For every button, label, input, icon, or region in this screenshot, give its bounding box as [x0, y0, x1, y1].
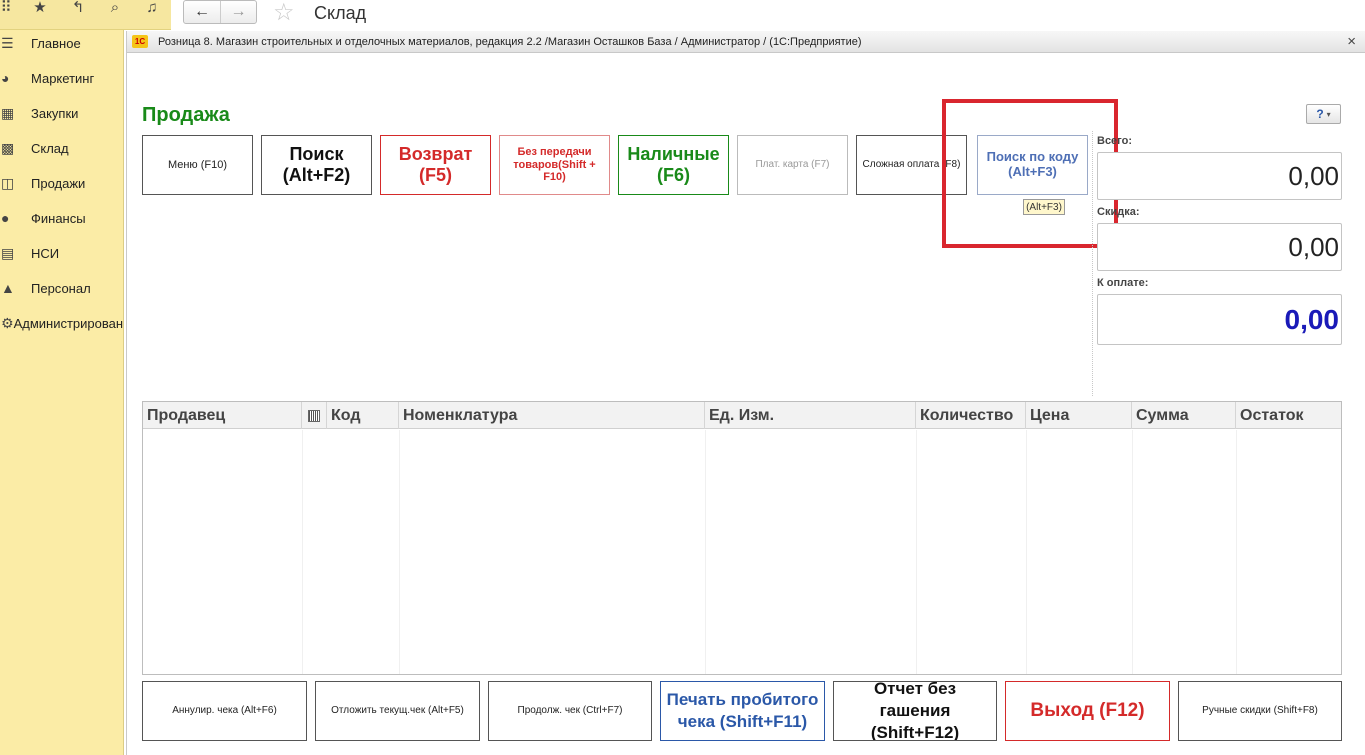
- hamburger-icon: ☰: [1, 34, 14, 51]
- col-price[interactable]: Цена: [1026, 402, 1132, 429]
- search-button[interactable]: Поиск (Alt+F2): [261, 135, 372, 195]
- help-icon: ?: [1316, 107, 1324, 121]
- sidebar-item-main[interactable]: ☰ Главное: [0, 31, 123, 55]
- col-seller[interactable]: Продавец: [143, 402, 302, 429]
- search-icon[interactable]: ⌕: [103, 0, 127, 16]
- person-icon: ▲: [1, 280, 15, 296]
- back-button[interactable]: ←: [184, 1, 220, 23]
- continue-check-button[interactable]: Продолж. чек (Ctrl+F7): [488, 681, 652, 741]
- star-icon[interactable]: ★: [28, 0, 52, 16]
- print-check-button[interactable]: Печать пробитого чека (Shift+F11): [660, 681, 825, 741]
- forward-button[interactable]: →: [220, 1, 256, 23]
- page-title: Продажа: [142, 104, 230, 126]
- pie-icon: ◕: [1, 70, 10, 86]
- card-button[interactable]: Плат. карта (F7): [737, 135, 848, 195]
- col-unit[interactable]: Ед. Изм.: [705, 402, 916, 429]
- nav-group: ← →: [183, 0, 257, 24]
- menu-button[interactable]: Меню (F10): [142, 135, 253, 195]
- sidebar-item-label: Продажи: [31, 175, 86, 191]
- table-header: Продавец Код Номенклатура Ед. Изм. Колич…: [143, 402, 1341, 429]
- sidebar-item-label: Склад: [31, 140, 69, 156]
- goods-table[interactable]: Продавец Код Номенклатура Ед. Изм. Колич…: [142, 401, 1342, 675]
- return-button[interactable]: Возврат (F5): [380, 135, 491, 195]
- total-field: 0,00: [1097, 152, 1342, 200]
- sidebar-item-marketing[interactable]: ◕ Маркетинг: [0, 66, 123, 90]
- column-line: [1236, 430, 1237, 674]
- sidebar-item-label: Персонал: [31, 280, 91, 296]
- x-report-button[interactable]: Отчет без гашения (Shift+F12): [833, 681, 997, 741]
- sidebar-item-label: Администрирование: [13, 315, 124, 331]
- bell-icon[interactable]: ♫: [140, 0, 164, 16]
- to-pay-value: 0,00: [1284, 303, 1340, 335]
- basket-icon: ◫: [1, 174, 15, 191]
- col-barcode[interactable]: [302, 402, 327, 429]
- sidebar: ☰ Главное ◕ Маркетинг ▦ Закупки ▩ Склад …: [0, 30, 124, 755]
- total-label: Всего:: [1097, 135, 1132, 147]
- grid-icon: ▩: [1, 139, 15, 156]
- cart-icon: ▦: [1, 104, 15, 121]
- to-pay-label: К оплате:: [1097, 277, 1149, 289]
- cancel-check-button[interactable]: Аннулир. чека (Alt+F6): [142, 681, 307, 741]
- column-line: [1026, 430, 1027, 674]
- no-transfer-button[interactable]: Без передачи товаров(Shift + F10): [499, 135, 610, 195]
- total-value: 0,00: [1288, 160, 1339, 191]
- postpone-check-button[interactable]: Отложить текущ.чек (Alt+F5): [315, 681, 480, 741]
- sidebar-item-warehouse[interactable]: ▩ Склад: [0, 136, 123, 160]
- window-title: Розница 8. Магазин строительных и отдело…: [158, 35, 862, 48]
- docs-icon: ▤: [1, 244, 15, 261]
- barcode-icon: [308, 409, 320, 422]
- sidebar-item-sales[interactable]: ◫ Продажи: [0, 171, 123, 195]
- sidebar-item-finance[interactable]: ● Финансы: [0, 206, 123, 230]
- table-body[interactable]: [143, 430, 1341, 674]
- top-nav-bar: ← → ☆ Склад: [171, 0, 1365, 30]
- column-divider: [1092, 131, 1093, 396]
- exit-button[interactable]: Выход (F12): [1005, 681, 1170, 741]
- to-pay-field: 0,00: [1097, 294, 1342, 345]
- col-sum[interactable]: Сумма: [1132, 402, 1236, 429]
- window-title-bar: 1С Розница 8. Магазин строительных и отд…: [127, 31, 1365, 53]
- section-title: Склад: [314, 3, 367, 23]
- favorite-star-icon[interactable]: ☆: [273, 0, 295, 26]
- cash-button[interactable]: Наличные (F6): [618, 135, 729, 195]
- close-icon[interactable]: ×: [1347, 33, 1356, 50]
- top-left-toolbar: ⠿ ★ ↰ ⌕ ♫: [0, 0, 171, 30]
- col-code[interactable]: Код: [327, 402, 399, 429]
- column-line: [916, 430, 917, 674]
- sidebar-item-personnel[interactable]: ▲ Персонал: [0, 276, 123, 300]
- sidebar-item-purchases[interactable]: ▦ Закупки: [0, 101, 123, 125]
- sidebar-item-label: Маркетинг: [31, 70, 95, 86]
- col-quantity[interactable]: Количество: [916, 402, 1026, 429]
- discount-field: 0,00: [1097, 223, 1342, 271]
- help-button[interactable]: ? ▾: [1306, 104, 1341, 124]
- main-window: 1С Розница 8. Магазин строительных и отд…: [126, 31, 1365, 755]
- sidebar-item-nsi[interactable]: ▤ НСИ: [0, 241, 123, 265]
- discount-value: 0,00: [1288, 231, 1339, 262]
- arrow-right-icon: →: [230, 3, 247, 20]
- sidebar-item-label: Закупки: [31, 105, 79, 121]
- column-line: [302, 430, 303, 674]
- discount-label: Скидка:: [1097, 206, 1140, 218]
- history-icon[interactable]: ↰: [66, 0, 90, 16]
- sidebar-item-admin[interactable]: ⚙ Администрирование: [0, 311, 124, 335]
- column-line: [705, 430, 706, 674]
- column-line: [1132, 430, 1133, 674]
- arrow-left-icon: ←: [194, 3, 210, 20]
- gear-icon: ⚙: [1, 314, 14, 331]
- col-item[interactable]: Номенклатура: [399, 402, 705, 429]
- sidebar-item-label: Финансы: [31, 210, 86, 226]
- shortcut-tooltip: (Alt+F3): [1023, 199, 1065, 215]
- col-stock[interactable]: Остаток: [1236, 402, 1341, 429]
- ruble-icon: ●: [1, 210, 10, 226]
- apps-grid-icon[interactable]: ⠿: [0, 0, 18, 16]
- sidebar-item-label: НСИ: [31, 245, 60, 261]
- column-line: [399, 430, 400, 674]
- app-logo-icon: 1С: [132, 35, 148, 48]
- manual-discounts-button[interactable]: Ручные скидки (Shift+F8): [1178, 681, 1342, 741]
- sidebar-item-label: Главное: [31, 35, 81, 51]
